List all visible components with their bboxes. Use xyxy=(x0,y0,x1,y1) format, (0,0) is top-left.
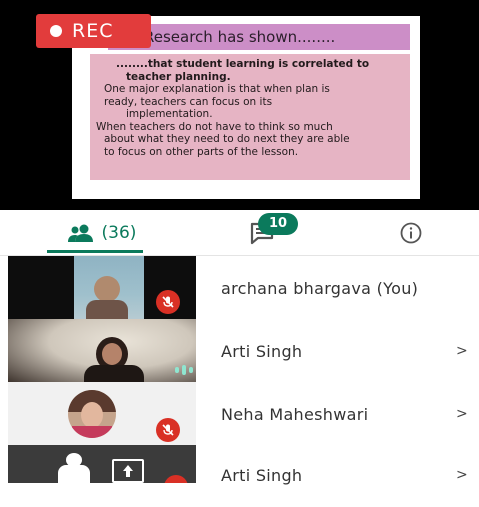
slide-line: about what they need to do next they are… xyxy=(104,133,350,145)
info-icon xyxy=(400,222,422,244)
recording-indicator: REC xyxy=(36,14,151,48)
speaking-indicator-icon xyxy=(172,363,196,377)
active-tab-indicator xyxy=(47,250,143,253)
slide-body: ........that student learning is correla… xyxy=(90,54,410,180)
participant-name: Arti Singh xyxy=(221,465,303,485)
participant-video xyxy=(8,445,196,483)
screen-share-icon xyxy=(112,459,144,483)
participant-name: Neha Maheshwari xyxy=(221,404,369,424)
recording-label: REC xyxy=(72,20,114,42)
tab-info[interactable] xyxy=(388,210,434,256)
participant-row[interactable]: Arti Singh > xyxy=(0,319,479,385)
participant-video xyxy=(8,319,196,383)
participant-row[interactable]: Arti Singh > xyxy=(0,445,479,485)
chevron-right-icon[interactable]: > xyxy=(456,319,468,383)
participant-row[interactable]: Neha Maheshwari > xyxy=(0,382,479,448)
participant-video xyxy=(8,256,196,320)
slide-line: teacher planning. xyxy=(126,70,231,83)
people-icon xyxy=(67,224,93,242)
participant-avatar-tile xyxy=(8,382,196,446)
participant-name: archana bhargava (You) xyxy=(221,278,419,298)
mic-muted-icon xyxy=(156,290,180,314)
slide-line: implementation. xyxy=(126,108,213,120)
participant-row[interactable]: archana bhargava (You) xyxy=(0,256,479,322)
chevron-right-icon[interactable]: > xyxy=(456,443,468,507)
chevron-right-icon[interactable]: > xyxy=(456,382,468,446)
slide-title: Research has shown........ xyxy=(108,24,410,50)
slide-line: ........that student learning is correla… xyxy=(116,58,370,70)
avatar xyxy=(68,390,116,438)
mic-muted-icon xyxy=(156,418,180,442)
record-dot-icon xyxy=(50,25,62,37)
presentation-stage: Research has shown........ ........that … xyxy=(0,0,479,210)
slide-line: ready, teachers can focus on its xyxy=(104,95,273,108)
participant-count: (36) xyxy=(101,223,137,243)
slide-line: One major explanation is that when plan … xyxy=(104,83,330,95)
slide-line: to focus on other parts of the lesson. xyxy=(104,145,299,158)
mic-muted-icon xyxy=(164,475,188,483)
chat-unread-badge: 10 xyxy=(258,213,298,235)
participant-name: Arti Singh xyxy=(221,341,303,361)
slide-line: When teachers do not have to think so mu… xyxy=(96,120,333,133)
